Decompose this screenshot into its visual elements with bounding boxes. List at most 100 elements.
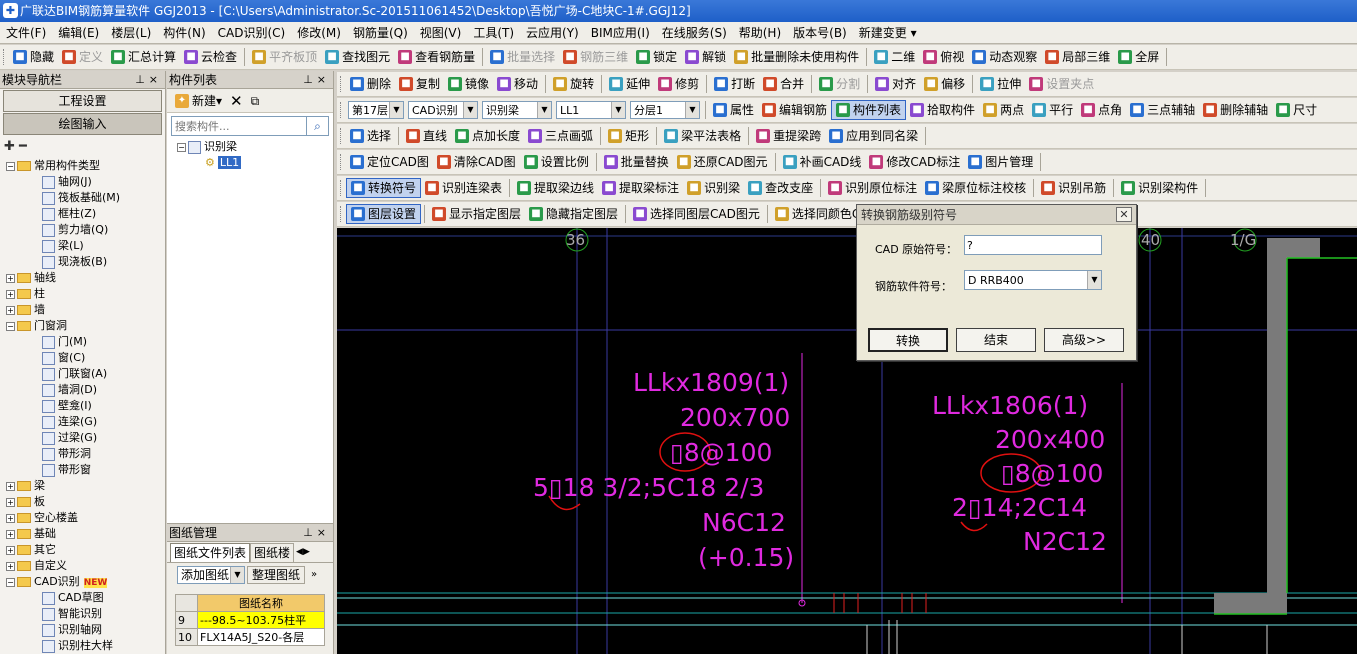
tree-item[interactable]: 识别轴网: [6, 622, 165, 638]
tb6-button-5[interactable]: ■ 查改支座: [744, 178, 817, 198]
tb5-button-0[interactable]: ■ 定位CAD图: [346, 152, 433, 172]
tb1-button-4[interactable]: ■ 平齐板顶: [248, 47, 321, 67]
panel-pin-close[interactable]: ⊥×: [135, 71, 162, 89]
tb4-button-4[interactable]: ■ 矩形: [604, 126, 653, 146]
menu-item-7[interactable]: 视图(V): [414, 23, 468, 43]
tb4-button-0[interactable]: ■ 选择: [346, 126, 395, 146]
expand-toggle-icon[interactable]: −: [6, 161, 15, 171]
recognize-type-select[interactable]: 识别梁 ▼: [482, 101, 552, 119]
tree-item[interactable]: 门(M): [6, 334, 165, 350]
tb5-button-6[interactable]: ■ 修改CAD标注: [865, 152, 964, 172]
tb3-button-1[interactable]: ■ 编辑钢筋: [758, 100, 831, 120]
tree-item[interactable]: CAD草图: [6, 590, 165, 606]
tree-item[interactable]: 连梁(G): [6, 414, 165, 430]
toolbar-grip[interactable]: [340, 154, 343, 170]
new-component-button[interactable]: ✦ 新建 ▾: [171, 91, 226, 111]
menu-item-5[interactable]: 修改(M): [291, 23, 347, 43]
tb2-button-2[interactable]: ■ 镜像: [444, 74, 493, 94]
tree-item[interactable]: − CAD识别 NEW: [6, 574, 165, 590]
advanced-button[interactable]: 高级>>: [1044, 328, 1124, 352]
tree-item[interactable]: 识别柱大样: [6, 638, 165, 654]
tb1-button-5[interactable]: ■ 查找图元: [321, 47, 394, 67]
menu-item-10[interactable]: BIM应用(I): [585, 23, 656, 43]
delete-component-icon[interactable]: ✕: [226, 91, 247, 111]
nav-tab-0[interactable]: 工程设置: [3, 90, 162, 112]
floor-select[interactable]: 第17层 ▼: [348, 101, 404, 119]
tb2-button-4[interactable]: ■ 旋转: [549, 74, 598, 94]
tree-item[interactable]: + 梁: [6, 478, 165, 494]
tb2-button-7[interactable]: ■ 打断: [710, 74, 759, 94]
tb2-button-6[interactable]: ■ 修剪: [654, 74, 703, 94]
tree-item[interactable]: 墙洞(D): [6, 382, 165, 398]
tb4-button-1[interactable]: ■ 直线: [402, 126, 451, 146]
tree-item[interactable]: 现浇板(B): [6, 254, 165, 270]
tree-item[interactable]: 门联窗(A): [6, 366, 165, 382]
tb3-button-9[interactable]: ■ 尺寸: [1272, 100, 1321, 120]
tb7-button-2[interactable]: ■ 隐藏指定图层: [525, 204, 622, 224]
menu-item-13[interactable]: 版本号(B): [787, 23, 853, 43]
tree-item[interactable]: 过梁(G): [6, 430, 165, 446]
tb2-button-1[interactable]: ■ 复制: [395, 74, 444, 94]
tb6-button-9[interactable]: ■ 识别梁构件: [1117, 178, 1202, 198]
cad-mode-select[interactable]: CAD识别 ▼: [408, 101, 478, 119]
tb4-button-5[interactable]: ■ 梁平法表格: [660, 126, 745, 146]
tree-item[interactable]: + 其它: [6, 542, 165, 558]
tree-item[interactable]: − 常用构件类型: [6, 158, 165, 174]
tree-item[interactable]: + 轴线: [6, 270, 165, 286]
tab-scroll-arrows[interactable]: ◀▶: [296, 543, 310, 562]
tree-item[interactable]: + 板: [6, 494, 165, 510]
tree-item[interactable]: 筏板基础(M): [6, 190, 165, 206]
convert-button[interactable]: 转换: [868, 328, 948, 352]
search-icon[interactable]: ⌕: [307, 116, 329, 136]
tb1-button-15[interactable]: ■ 局部三维: [1041, 47, 1114, 67]
tb7-button-0[interactable]: ■ 图层设置: [346, 204, 422, 224]
software-symbol-select[interactable]: D RRB400 ▼: [964, 270, 1102, 290]
tb4-button-2[interactable]: ■ 点加长度: [451, 126, 524, 146]
search-component-input[interactable]: [171, 116, 307, 136]
tb1-button-8[interactable]: ■ 钢筋三维: [559, 47, 632, 67]
toolbar-grip[interactable]: [340, 206, 343, 222]
menu-item-1[interactable]: 编辑(E): [52, 23, 105, 43]
tb2-button-9[interactable]: ■ 分割: [815, 74, 864, 94]
cad-symbol-input[interactable]: [964, 235, 1102, 255]
tb2-button-12[interactable]: ■ 拉伸: [976, 74, 1025, 94]
table-row[interactable]: 10 FLX14A5J_S20-各层: [175, 628, 325, 646]
tb1-button-16[interactable]: ■ 全屏: [1114, 47, 1163, 67]
tb3-button-7[interactable]: ■ 三点辅轴: [1126, 100, 1199, 120]
menu-item-0[interactable]: 文件(F): [0, 23, 52, 43]
organize-drawings-button[interactable]: 整理图纸: [247, 565, 306, 584]
tb1-button-13[interactable]: ■ 俯视: [919, 47, 968, 67]
tb4-button-3[interactable]: ■ 三点画弧: [524, 126, 597, 146]
tab-drawing-floor[interactable]: 图纸楼: [250, 543, 295, 562]
tb3-button-2[interactable]: ■ 构件列表: [831, 100, 907, 120]
add-drawing-button[interactable]: 添加图纸 ▼: [177, 565, 245, 584]
tb6-button-1[interactable]: ■ 识别连梁表: [421, 178, 506, 198]
menu-item-4[interactable]: CAD识别(C): [212, 23, 292, 43]
tb2-button-13[interactable]: ■ 设置夹点: [1025, 74, 1098, 94]
tree-item[interactable]: 窗(C): [6, 350, 165, 366]
end-button[interactable]: 结束: [956, 328, 1036, 352]
tree-item[interactable]: 带形洞: [6, 446, 165, 462]
panel-pin-close[interactable]: ⊥×: [303, 71, 330, 89]
tb6-button-6[interactable]: ■ 识别原位标注: [824, 178, 921, 198]
tb5-button-2[interactable]: ■ 设置比例: [520, 152, 593, 172]
tb4-button-7[interactable]: ■ 应用到同名梁: [825, 126, 922, 146]
expand-toggle-icon[interactable]: −: [6, 321, 15, 331]
tb2-button-10[interactable]: ■ 对齐: [871, 74, 920, 94]
tb5-button-5[interactable]: ■ 补画CAD线: [779, 152, 866, 172]
tree-item[interactable]: + 柱: [6, 286, 165, 302]
tb6-button-8[interactable]: ■ 识别吊筋: [1037, 178, 1110, 198]
tb3-button-3[interactable]: ■ 拾取构件: [906, 100, 979, 120]
tree-item[interactable]: − 门窗洞: [6, 318, 165, 334]
tb3-button-0[interactable]: ■ 属性: [709, 100, 758, 120]
tb1-button-2[interactable]: ■ 汇总计算: [107, 47, 180, 67]
tb3-button-5[interactable]: ■ 平行: [1028, 100, 1077, 120]
panel-pin-close[interactable]: ⊥×: [303, 524, 330, 542]
tree-item[interactable]: + 基础: [6, 526, 165, 542]
tb2-button-11[interactable]: ■ 偏移: [920, 74, 969, 94]
expand-toggle-icon[interactable]: +: [6, 545, 15, 555]
expand-toggle-icon[interactable]: +: [6, 513, 15, 523]
tb1-button-0[interactable]: ■ 隐藏: [9, 47, 58, 67]
expand-collapse-icons[interactable]: ✚ ━: [0, 136, 165, 158]
table-row[interactable]: 9 ---98.5~103.75柱平: [175, 611, 325, 629]
